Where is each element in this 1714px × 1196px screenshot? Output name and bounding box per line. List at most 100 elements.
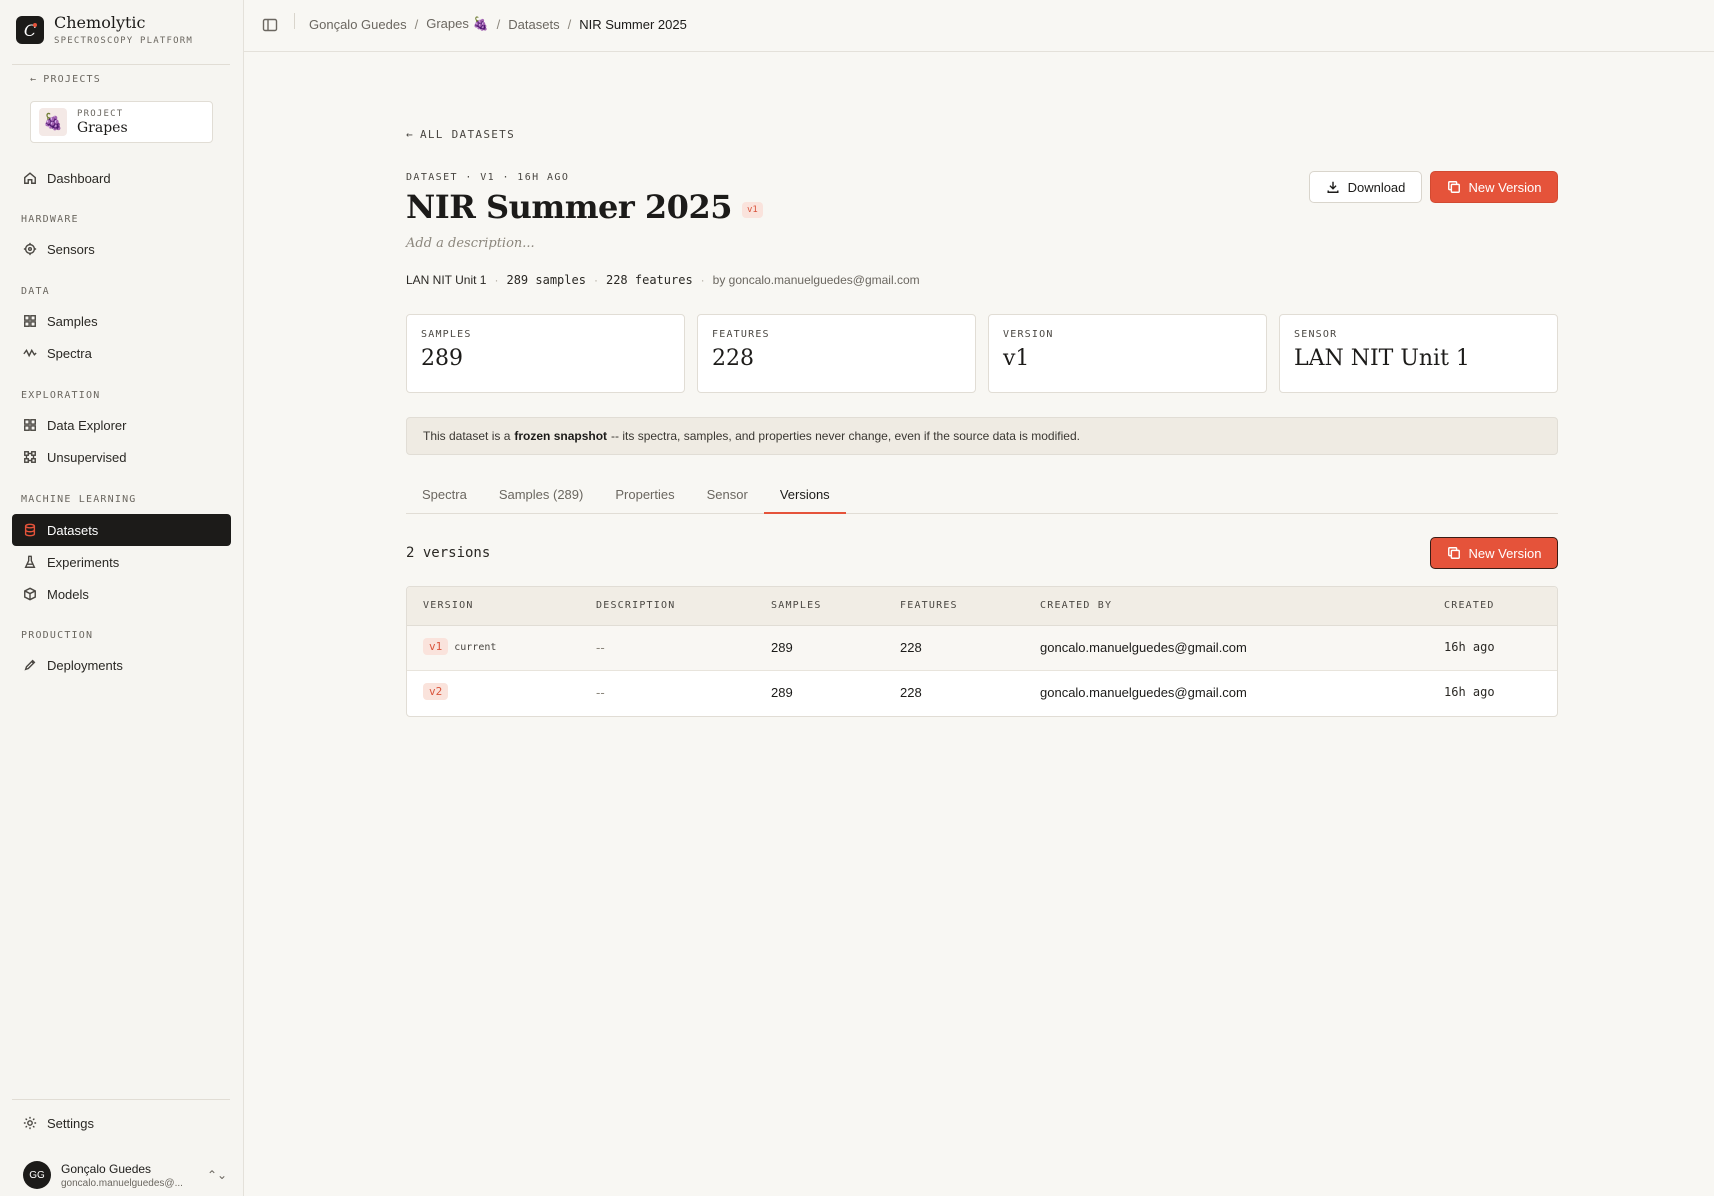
sidebar-divider	[12, 1099, 230, 1100]
meta-features: 228 features	[605, 273, 693, 287]
stat-card-version: VERSION v1	[988, 314, 1267, 393]
tab-properties[interactable]: Properties	[599, 480, 690, 513]
column-header: FEATURES	[900, 600, 958, 611]
sidebar-item-experiments[interactable]: Experiments	[12, 546, 231, 578]
breadcrumb-project[interactable]: Grapes 🍇	[426, 16, 488, 32]
versions-count: 2 versions	[406, 545, 491, 561]
breadcrumb-user[interactable]: Gonçalo Guedes	[309, 17, 407, 32]
stat-card-samples: SAMPLES 289	[406, 314, 685, 393]
arrow-left-icon: ←	[406, 128, 414, 141]
project-label: PROJECT	[77, 108, 124, 119]
stat-card-features: FEATURES 228	[697, 314, 976, 393]
column-header: CREATED	[1444, 600, 1495, 611]
cell-description: --	[596, 685, 605, 700]
layout-grid-icon	[24, 419, 36, 431]
cell-description: --	[596, 640, 605, 655]
brand[interactable]: C Chemolytic SPECTROSCOPY PLATFORM	[16, 14, 193, 46]
copy-icon	[1447, 547, 1460, 559]
topbar-divider	[294, 13, 295, 29]
sidebar-item-data-explorer[interactable]: Data Explorer	[12, 409, 231, 441]
cell-created-by: goncalo.manuelguedes@gmail.com	[1040, 685, 1247, 700]
user-email: goncalo.manuelguedes@...	[61, 1177, 183, 1189]
cell-created-by: goncalo.manuelguedes@gmail.com	[1040, 640, 1247, 655]
breadcrumb-current: NIR Summer 2025	[579, 16, 687, 32]
page-title: NIR Summer 2025	[406, 188, 732, 226]
brand-name: Chemolytic	[54, 13, 146, 32]
copy-icon	[1447, 181, 1460, 193]
cell-samples: 289	[771, 640, 793, 655]
sensor-icon	[23, 242, 37, 256]
dataset-tabs: Spectra Samples (289) Properties Sensor …	[406, 480, 1558, 514]
stat-card-sensor: SENSOR LAN NIT Unit 1	[1279, 314, 1558, 393]
version-pill: v2	[423, 683, 449, 700]
breadcrumb-separator: /	[567, 16, 572, 32]
breadcrumb-separator: /	[414, 16, 419, 32]
chevron-up-down-icon: ⌃⌄	[207, 1168, 228, 1182]
cube-icon	[24, 587, 36, 601]
column-header: DESCRIPTION	[596, 600, 676, 611]
user-menu[interactable]: GG Gonçalo Guedes goncalo.manuelguedes@.…	[12, 1155, 231, 1195]
gear-icon	[23, 1116, 37, 1130]
sidebar-toggle-icon[interactable]	[262, 17, 278, 33]
project-switcher[interactable]: 🍇 PROJECT Grapes	[30, 101, 213, 143]
download-button[interactable]: Download	[1309, 171, 1422, 203]
description-field[interactable]: Add a description...	[406, 236, 535, 251]
flask-icon	[24, 555, 36, 568]
cell-samples: 289	[771, 685, 793, 700]
nav-section-machine-learning: MACHINE LEARNING	[21, 494, 137, 505]
cell-features: 228	[900, 640, 922, 655]
brand-logo-icon: C	[16, 16, 44, 44]
download-icon	[1327, 181, 1339, 193]
version-badge: v1	[741, 202, 763, 218]
table-row[interactable]: v2 -- 289 228 goncalo.manuelguedes@gmail…	[407, 671, 1557, 716]
sidebar-item-deployments[interactable]: Deployments	[12, 649, 231, 681]
tab-samples[interactable]: Samples (289)	[483, 480, 600, 513]
top-bar: Gonçalo Guedes / Grapes 🍇 / Datasets / N…	[244, 0, 1714, 52]
nav-section-data: DATA	[21, 286, 50, 297]
breadcrumb: Gonçalo Guedes / Grapes 🍇 / Datasets / N…	[309, 16, 687, 32]
arrow-left-icon: ←	[30, 74, 38, 85]
tab-versions[interactable]: Versions	[763, 480, 846, 514]
sidebar-item-dashboard[interactable]: Dashboard	[12, 162, 231, 194]
new-version-button-secondary[interactable]: New Version	[1430, 537, 1558, 569]
waveform-icon	[23, 348, 37, 358]
sidebar-item-models[interactable]: Models	[12, 578, 231, 610]
sidebar: C Chemolytic SPECTROSCOPY PLATFORM ← PRO…	[0, 0, 244, 1196]
table-row[interactable]: v1 current -- 289 228 goncalo.manuelguede…	[407, 626, 1557, 671]
version-pill: v1	[423, 638, 449, 655]
cell-created: 16h ago	[1444, 685, 1495, 699]
new-version-button[interactable]: New Version	[1430, 171, 1558, 203]
sidebar-item-unsupervised[interactable]: Unsupervised	[12, 441, 231, 473]
dataset-meta: LAN NIT Unit 1 · 289 samples · 228 featu…	[406, 273, 920, 287]
sidebar-item-settings[interactable]: Settings	[12, 1107, 231, 1139]
tab-spectra[interactable]: Spectra	[406, 480, 483, 513]
column-header: SAMPLES	[771, 600, 822, 611]
project-name: Grapes	[77, 119, 128, 136]
user-name: Gonçalo Guedes	[61, 1161, 152, 1176]
column-header: VERSION	[423, 600, 474, 611]
breadcrumb-datasets[interactable]: Datasets	[508, 17, 559, 32]
back-to-projects-link[interactable]: ← PROJECTS	[30, 74, 101, 85]
meta-author: by goncalo.manuelguedes@gmail.com	[712, 273, 920, 287]
avatar: GG	[23, 1161, 51, 1189]
nav-section-production: PRODUCTION	[21, 630, 94, 641]
cell-features: 228	[900, 685, 922, 700]
tab-sensor[interactable]: Sensor	[691, 480, 764, 513]
meta-samples: 289 samples	[506, 273, 586, 287]
sidebar-item-sensors[interactable]: Sensors	[12, 233, 231, 265]
dataset-kicker: DATASET · V1 · 16H AGO	[406, 172, 570, 183]
all-datasets-link[interactable]: ← ALL DATASETS	[406, 128, 515, 141]
cell-created: 16h ago	[1444, 640, 1495, 654]
sidebar-item-datasets[interactable]: Datasets	[12, 514, 231, 546]
sidebar-item-samples[interactable]: Samples	[12, 305, 231, 337]
frozen-snapshot-notice: This dataset is a frozen snapshot -- its…	[406, 417, 1558, 455]
grapes-icon: 🍇	[39, 108, 67, 136]
brand-subtitle: SPECTROSCOPY PLATFORM	[54, 36, 193, 46]
rocket-icon	[24, 659, 36, 671]
sidebar-item-spectra[interactable]: Spectra	[12, 337, 231, 369]
table-header: VERSION DESCRIPTION SAMPLES FEATURES CRE…	[407, 587, 1557, 626]
nav-section-exploration: EXPLORATION	[21, 390, 101, 401]
versions-table: VERSION DESCRIPTION SAMPLES FEATURES CRE…	[406, 586, 1558, 717]
home-icon	[24, 172, 36, 184]
cluster-icon	[24, 451, 36, 463]
